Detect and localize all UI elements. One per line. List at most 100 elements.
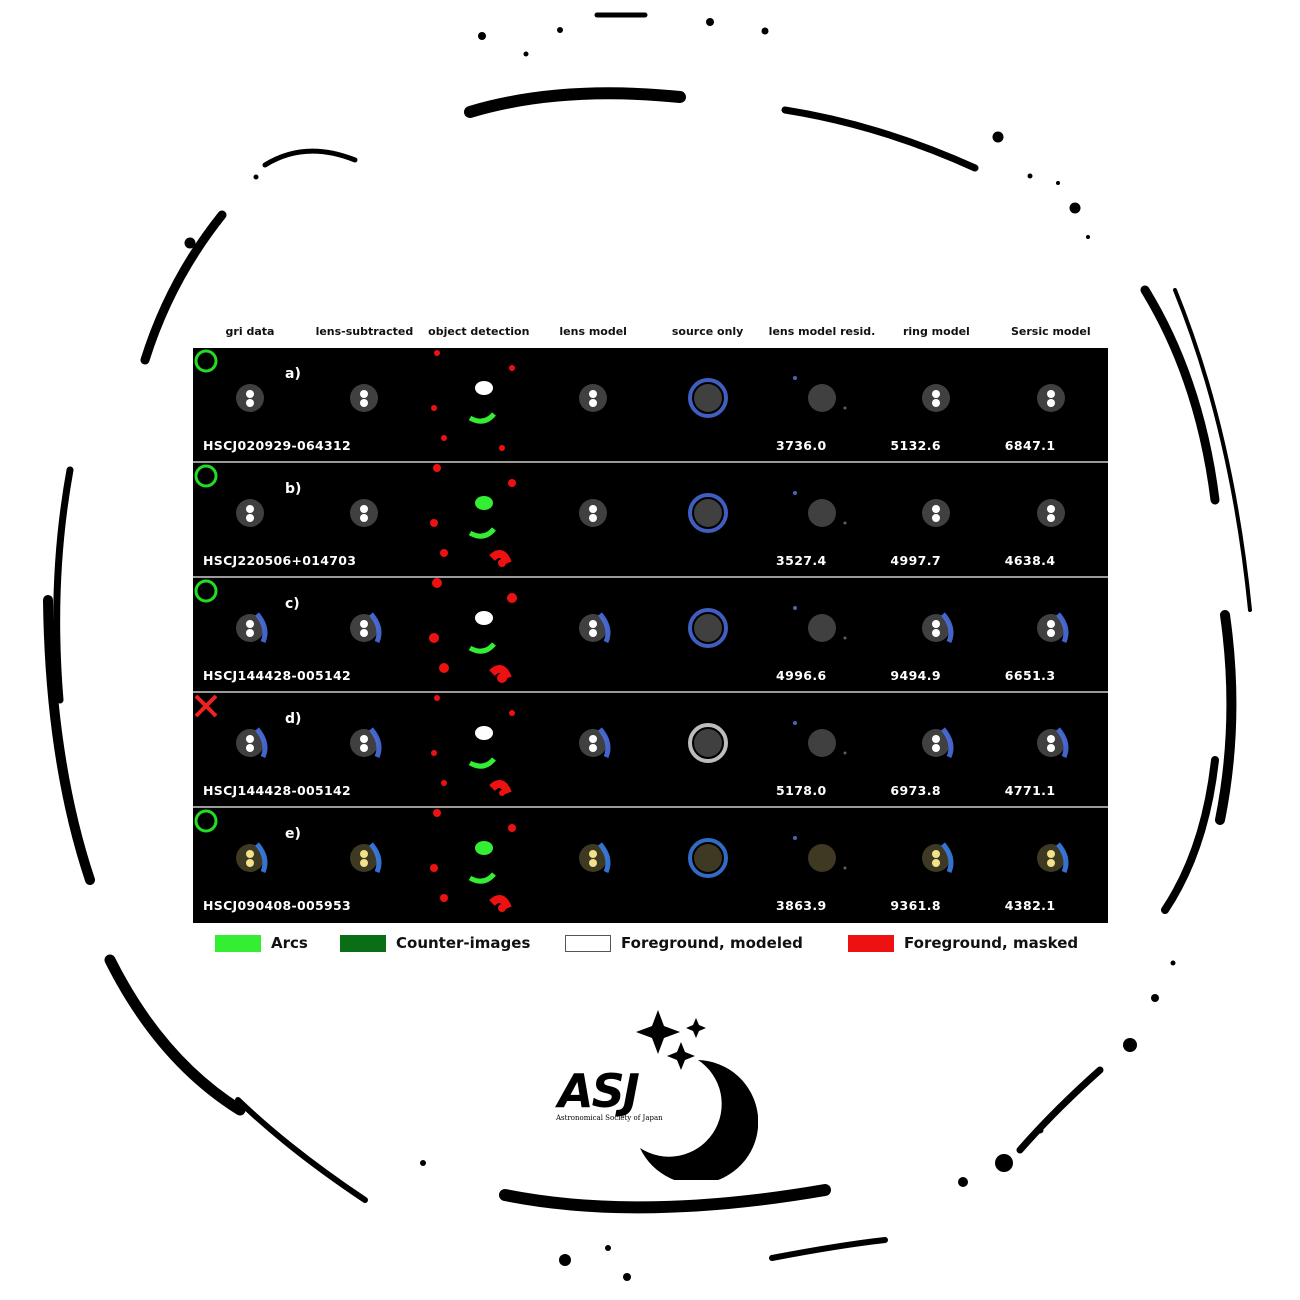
image-panel [651,348,765,461]
legend-item: Foreground, modeled [565,932,803,954]
panel-image [579,499,608,527]
object-id: HSCJ220506+014703 [203,553,357,568]
column-header: ring model [902,325,970,338]
candidate-row: HSCJ090408-005953 3863.9 9361.8 4382.1 e) [193,808,1108,921]
image-panel: 4771.1 [994,693,1108,806]
row-divider [193,691,1108,693]
image-panel [536,348,650,461]
column-header: lens-subtracted [315,325,414,338]
fit-score: 4997.7 [890,553,942,568]
image-panel [651,578,765,691]
panel-image [687,608,728,648]
panel-image [579,384,608,412]
image-panel: 3863.9 [765,808,879,921]
image-panel [422,693,536,806]
image-panel [651,463,765,576]
image-panel: 9494.9 [879,578,993,691]
row-label: a) [285,366,301,382]
image-panel: 4638.4 [994,463,1108,576]
fit-score: 4996.6 [776,668,827,683]
image-panel [536,578,650,691]
candidate-row: HSCJ144428-005142 5178.0 6973.8 4771.1 d) [193,693,1108,806]
fit-score: 6973.8 [890,783,942,798]
candidate-row: HSCJ144428-005142 4996.6 9494.9 6651.3 c) [193,578,1108,691]
fit-score: 4382.1 [1004,898,1056,913]
panel-image [430,695,515,796]
legend-label: Counter-images [396,934,531,952]
legend: Arcs Counter-images Foreground, modeled For… [193,932,1108,956]
reject-cross-icon [194,694,218,718]
image-panel: HSCJ090408-005953 [193,808,351,921]
image-panel: 6973.8 [879,693,993,806]
image-panel: 6847.1 [994,348,1108,461]
image-panel: 4996.6 [765,578,879,691]
object-id: HSCJ020929-064312 [203,438,351,453]
panel-image [687,723,728,763]
image-panel [651,808,765,921]
image-panel: 5178.0 [765,693,879,806]
image-panel: 3736.0 [765,348,879,461]
image-panel: 4382.1 [994,808,1108,921]
asj-logo: ASJ Astronomical Society of Japan [548,1000,759,1184]
image-panel: 6651.3 [994,578,1108,691]
image-panel: 3527.4 [765,463,879,576]
legend-swatch [565,934,611,952]
logo-subtitle: Astronomical Society of Japan [556,1114,663,1122]
fit-score: 9361.8 [890,898,942,913]
image-panel: 5132.6 [879,348,993,461]
column-header: Sersic model [1010,325,1091,338]
panel-image [579,727,611,758]
row-divider [193,806,1108,808]
image-panel: 9361.8 [879,808,993,921]
legend-item: Arcs [215,932,308,954]
panel-image [687,838,728,878]
image-panel [422,578,536,691]
column-header: lens model [559,325,627,338]
fit-score: 5178.0 [776,783,827,798]
panel-image [429,809,516,912]
panel-image [430,350,515,451]
image-panel [422,808,536,921]
row-label: d) [285,711,302,727]
accept-circle-icon [194,579,218,603]
fit-score: 6651.3 [1004,668,1056,683]
image-panel: HSCJ020929-064312 [193,348,351,461]
fit-score: 6847.1 [1004,438,1056,453]
legend-label: Foreground, masked [904,934,1079,952]
accept-circle-icon [194,464,218,488]
candidate-row: HSCJ020929-064312 3736.0 5132.6 6847.1 a) [193,348,1108,461]
image-panel [422,348,536,461]
panel-image [687,493,728,533]
row-divider [193,576,1108,578]
column-header: object detection [428,325,530,338]
image-panel [536,463,650,576]
column-header: lens model resid. [768,325,876,338]
fit-score: 9494.9 [890,668,942,683]
image-panel: HSCJ144428-005142 [193,693,351,806]
lens-candidate-grid: HSCJ020929-064312 3736.0 5132.6 6847.1 a) HSC… [193,348,1108,923]
image-panel [651,693,765,806]
panel-image [428,578,517,683]
image-panel [536,693,650,806]
fit-score: 3527.4 [776,553,827,568]
row-label: c) [285,596,300,612]
row-divider [193,461,1108,463]
accept-circle-icon [194,349,218,373]
fit-score: 3863.9 [776,898,827,913]
candidate-row: HSCJ220506+014703 3527.4 4997.7 4638.4 b) [193,463,1108,576]
image-panel [536,808,650,921]
fit-score: 4771.1 [1004,783,1056,798]
column-header: source only [671,325,744,338]
accept-circle-icon [194,809,218,833]
panel-image [579,842,611,873]
legend-label: Foreground, modeled [621,934,803,952]
logo-wordmark: ASJ [558,1064,640,1118]
image-panel: 4997.7 [879,463,993,576]
panel-image [579,612,611,643]
panel-image [429,464,516,567]
fit-score: 5132.6 [890,438,942,453]
panel-image [687,378,728,418]
image-panel: HSCJ220506+014703 [193,463,356,576]
legend-swatch [848,934,894,952]
object-id: HSCJ144428-005142 [203,668,351,683]
